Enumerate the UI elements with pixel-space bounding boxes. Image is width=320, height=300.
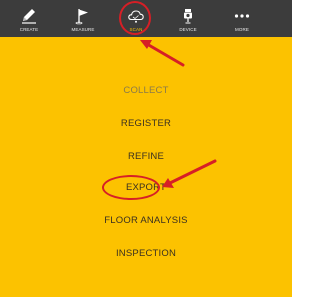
toolbar-create-label: CREATE <box>19 27 39 32</box>
menu-item-floor-analysis[interactable]: FLOOR ANALYSIS <box>0 215 292 227</box>
flag-icon <box>74 7 92 25</box>
menu-item-register[interactable]: REGISTER <box>0 118 292 130</box>
menu-item-collect[interactable]: COLLECT <box>0 85 292 97</box>
device-icon <box>179 7 197 25</box>
toolbar-create-button[interactable]: CREATE <box>14 0 44 37</box>
toolbar-more-label: MORE <box>235 27 249 32</box>
toolbar-scan-label: SCAN <box>129 27 143 32</box>
more-dots-icon <box>233 7 251 25</box>
pencil-icon <box>20 7 38 25</box>
scan-annotation-arrow <box>140 40 185 67</box>
toolbar-more-button[interactable]: MORE <box>227 0 257 37</box>
toolbar-device-button[interactable]: DEVICE <box>173 0 203 37</box>
app-frame: CREATE MEASURE SCAN DEVICE MORE COLLECT … <box>0 0 292 297</box>
menu-item-inspection[interactable]: INSPECTION <box>0 248 292 260</box>
menu-item-export[interactable]: EXPORT <box>0 182 292 194</box>
toolbar-measure-button[interactable]: MEASURE <box>68 0 98 37</box>
toolbar-scan-button[interactable]: SCAN <box>121 0 151 37</box>
menu-item-refine[interactable]: REFINE <box>0 151 292 163</box>
cloud-scan-icon <box>127 7 145 25</box>
toolbar-measure-label: MEASURE <box>71 27 95 32</box>
toolbar-device-label: DEVICE <box>179 27 197 32</box>
top-toolbar: CREATE MEASURE SCAN DEVICE MORE <box>0 0 292 37</box>
